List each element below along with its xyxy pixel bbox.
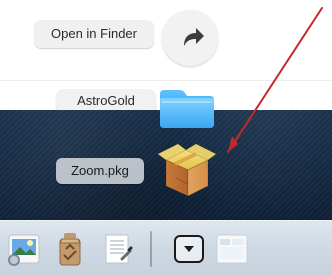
zoom-pkg-label[interactable]: Zoom.pkg [56, 158, 144, 184]
recycle-icon [59, 233, 81, 266]
dock-item-preview[interactable] [4, 229, 44, 269]
share-arrow-icon [184, 28, 204, 46]
window-thumbnail-icon [216, 234, 248, 264]
preview-icon [8, 234, 40, 266]
dock-divider [150, 231, 152, 267]
dock-item-notes[interactable] [96, 229, 136, 269]
dock-item-window-thumbnail[interactable] [214, 231, 250, 267]
open-in-finder-label[interactable]: Open in Finder [34, 20, 154, 48]
notes-icon [105, 234, 133, 264]
dock-stack-toggle[interactable] [174, 235, 204, 263]
dock [0, 220, 332, 275]
package-icon[interactable] [156, 138, 218, 200]
stack-toggle-icon [184, 246, 194, 252]
dock-item-recycle[interactable] [50, 229, 90, 269]
open-in-finder-button[interactable] [162, 10, 218, 66]
folder-icon[interactable] [156, 84, 218, 130]
